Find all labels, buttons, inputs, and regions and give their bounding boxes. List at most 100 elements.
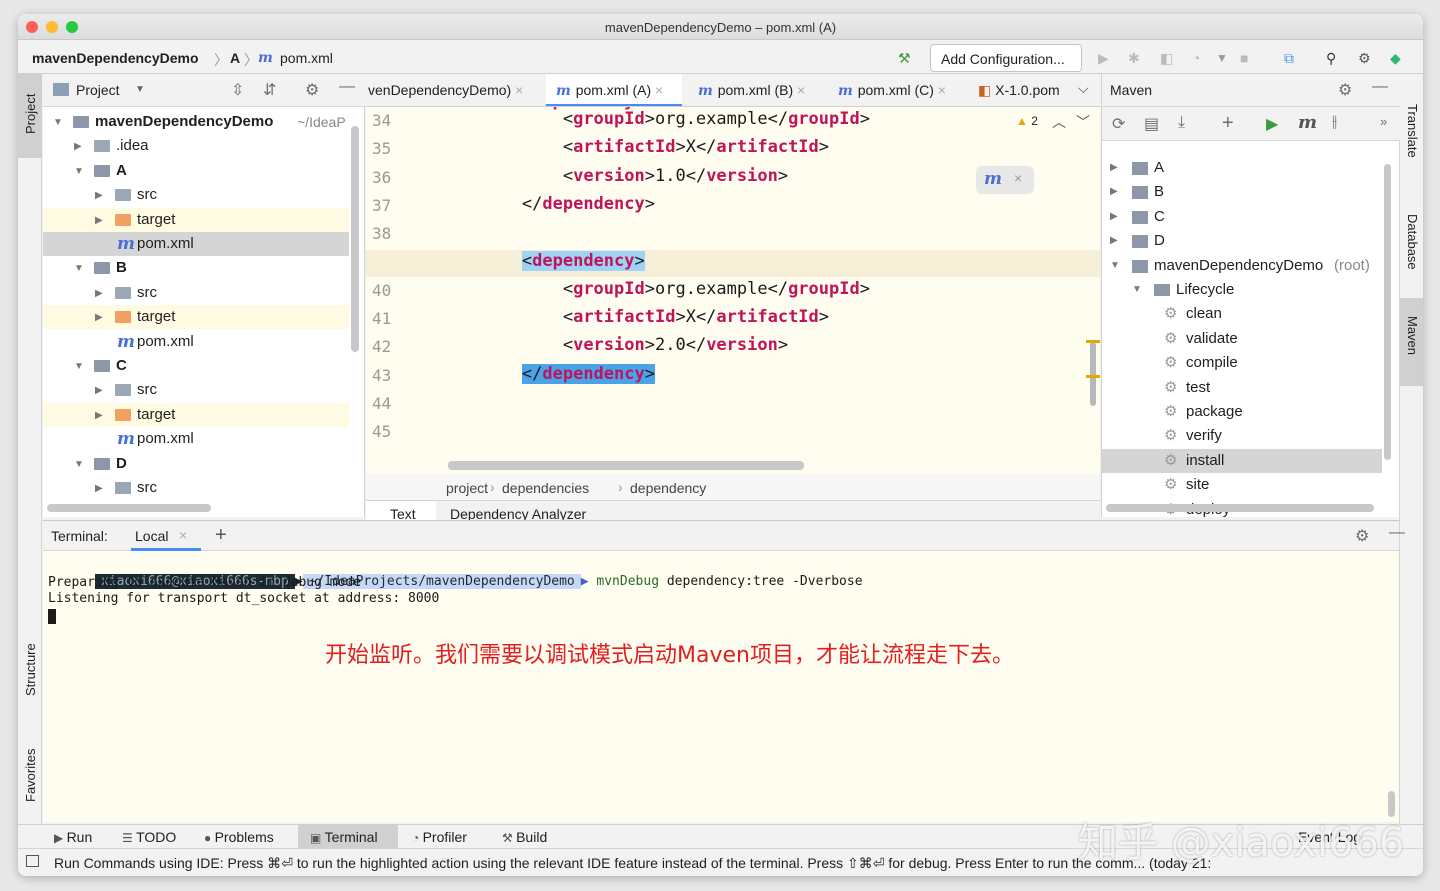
breadcrumb-module[interactable]: A <box>230 50 240 66</box>
maven-tree-item[interactable]: ▶ D <box>1102 229 1382 253</box>
chevron-down-icon[interactable]: ⌵ <box>1078 80 1089 97</box>
tree-item[interactable]: ▶ .idea <box>43 134 349 158</box>
chevron-down-icon[interactable]: ▼ <box>135 84 145 95</box>
maven-tree-item[interactable]: ⚙ clean <box>1102 302 1382 326</box>
chevron-down-icon[interactable]: ▼ <box>74 453 84 477</box>
generate-sources-icon[interactable]: ▤ <box>1144 114 1159 134</box>
tool-window-button[interactable]: ▣ Terminal <box>310 829 378 845</box>
gear-icon[interactable]: ⚙ <box>1355 526 1369 546</box>
vertical-scrollbar[interactable] <box>351 126 359 352</box>
expand-all-icon[interactable]: ⇳ <box>231 80 244 100</box>
breadcrumb-item[interactable]: dependencies <box>502 480 589 496</box>
new-terminal-icon[interactable]: + <box>215 524 227 547</box>
maven-tree-item[interactable]: ⚙ compile <box>1102 351 1382 375</box>
chevron-right-icon[interactable]: ▶ <box>95 184 103 208</box>
project-structure-icon[interactable]: ⧉ <box>1284 50 1294 67</box>
maven-tool-label[interactable]: Maven <box>1405 316 1420 355</box>
project-tool-label[interactable]: Project <box>23 94 38 134</box>
close-icon[interactable]: × <box>511 82 523 98</box>
chevron-right-icon[interactable]: ▶ <box>95 404 103 428</box>
hide-icon[interactable]: — <box>339 78 355 96</box>
chevron-right-icon[interactable]: ▶ <box>1110 229 1118 253</box>
tree-item[interactable]: ▼ C <box>43 354 349 378</box>
editor-horizontal-scrollbar[interactable] <box>448 461 804 470</box>
maven-tree-item[interactable]: ▼ mavenDependencyDemo (root) <box>1102 254 1382 278</box>
chevron-down-icon[interactable]: ▼ <box>74 160 84 184</box>
tool-window-button[interactable]: ● Problems <box>204 829 274 845</box>
toggle-offline-icon[interactable]: ⫲ <box>1332 113 1337 131</box>
debug-icon[interactable]: ✱ <box>1128 50 1140 67</box>
editor-vertical-scrollbar[interactable] <box>1090 342 1096 406</box>
translate-tool-label[interactable]: Translate <box>1405 104 1420 158</box>
breadcrumb-file[interactable]: pom.xml <box>280 50 333 66</box>
execute-goal-icon[interactable]: m <box>1298 112 1317 133</box>
add-configuration-button[interactable]: Add Configuration... <box>930 44 1082 72</box>
chevron-right-icon[interactable]: ▶ <box>74 135 82 159</box>
tree-item[interactable]: m pom.xml <box>43 232 349 256</box>
gear-icon[interactable]: ⚙ <box>1338 80 1352 100</box>
maven-tree-item[interactable]: ▶ C <box>1102 205 1382 229</box>
maven-tree-item[interactable]: ⚙ test <box>1102 376 1382 400</box>
chevron-right-icon[interactable]: ▶ <box>1110 205 1118 229</box>
maven-tree-item[interactable]: ▶ A <box>1102 156 1382 180</box>
profile-icon[interactable]: ◔ <box>1192 50 1200 66</box>
tree-item[interactable]: ▶ target <box>43 402 349 428</box>
editor-tab[interactable]: m pom.xml (B) × <box>688 74 822 106</box>
editor-tab[interactable]: m pom.xml (C) × <box>828 74 962 106</box>
tree-item[interactable]: m pom.xml <box>43 427 349 451</box>
hide-icon[interactable]: — <box>1372 78 1388 96</box>
close-icon[interactable]: × <box>651 82 663 98</box>
tree-item[interactable]: ▼ B <box>43 256 349 280</box>
coverage-icon[interactable]: ◧ <box>1160 50 1173 67</box>
editor-tab[interactable]: m pom.xml (A) × <box>546 74 682 106</box>
stop-icon[interactable]: ■ <box>1240 50 1248 66</box>
search-icon[interactable]: ⚲ <box>1326 50 1336 67</box>
tree-item[interactable]: ▼ D <box>43 452 349 476</box>
chevron-right-icon[interactable]: ▶ <box>95 306 103 330</box>
maven-tree-item[interactable]: ⚙ install <box>1102 448 1382 473</box>
tool-window-button[interactable]: ▶ Run <box>54 829 92 845</box>
chevron-down-icon[interactable]: ▼ <box>1216 51 1228 65</box>
structure-tool-label[interactable]: Structure <box>23 643 38 696</box>
maven-tree-item[interactable]: ▼ Lifecycle <box>1102 278 1382 302</box>
chevron-right-icon[interactable]: ▶ <box>95 282 103 306</box>
chevron-right-icon[interactable]: ▶ <box>95 477 103 501</box>
build-hammer-icon[interactable]: ⚒ <box>898 50 911 67</box>
download-icon[interactable]: ⤓ <box>1178 114 1185 132</box>
horizontal-scrollbar[interactable] <box>47 504 211 512</box>
close-icon[interactable]: × <box>179 527 187 543</box>
tree-item[interactable]: ▶ src <box>43 378 349 402</box>
database-tool-label[interactable]: Database <box>1405 214 1420 270</box>
collapse-all-icon[interactable]: ⇵ <box>263 80 276 100</box>
terminal-tab-local[interactable]: Local × <box>131 521 201 551</box>
code-area[interactable]: <dependency> <groupId>org.example</group… <box>436 107 1100 467</box>
tree-item[interactable]: ▼ A <box>43 159 349 183</box>
reload-icon[interactable]: ⟳ <box>1112 114 1125 134</box>
maven-tree-item[interactable]: ⚙ verify <box>1102 424 1382 448</box>
tree-item[interactable]: ▶ src <box>43 476 349 500</box>
chevron-right-icon[interactable]: ▶ <box>95 209 103 233</box>
run-icon[interactable]: ▶ <box>1098 50 1109 67</box>
project-view-selector[interactable]: Project <box>76 82 120 98</box>
breadcrumb-item[interactable]: project <box>446 480 488 496</box>
tool-window-button[interactable]: ☰ TODO <box>122 829 176 845</box>
chevron-right-icon[interactable]: ▶ <box>1110 180 1118 204</box>
chevron-right-icon[interactable]: ▶ <box>95 379 103 403</box>
chevron-right-icon[interactable]: ▶ <box>1110 156 1118 180</box>
gear-icon[interactable]: ⚙ <box>305 80 319 100</box>
add-icon[interactable]: + <box>1222 112 1234 135</box>
chevron-down-icon[interactable]: ▼ <box>74 257 84 281</box>
editor-tab[interactable]: venDependencyDemo) × <box>366 74 538 106</box>
tree-item[interactable]: ▶ target <box>43 207 349 233</box>
run-icon[interactable]: ▶ <box>1266 114 1278 134</box>
tree-item[interactable]: ▶ target <box>43 305 349 330</box>
breadcrumb-project[interactable]: mavenDependencyDemo <box>32 50 199 66</box>
tree-item[interactable]: m pom.xml <box>43 330 349 354</box>
maven-tree-item[interactable]: ▶ B <box>1102 180 1382 204</box>
panel-toggle-icon[interactable] <box>26 855 39 867</box>
maven-tree-item[interactable]: ⚙ validate <box>1102 327 1382 351</box>
close-icon[interactable]: × <box>934 82 946 98</box>
tool-window-button[interactable]: ◔ Profiler <box>412 829 467 845</box>
more-icon[interactable]: » <box>1380 114 1387 129</box>
maven-tree-item[interactable]: ⚙ site <box>1102 473 1382 497</box>
